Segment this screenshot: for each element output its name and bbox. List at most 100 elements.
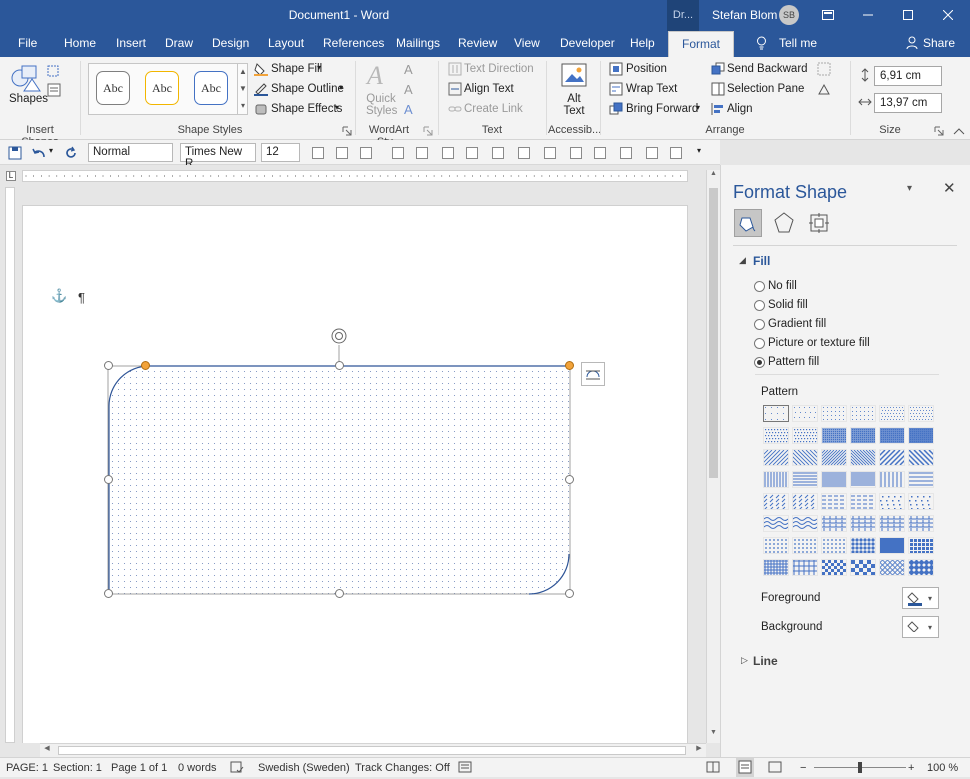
pattern-swatch[interactable] (908, 559, 935, 576)
fill-option-radio[interactable] (754, 357, 765, 368)
toolbar-icon[interactable] (570, 147, 582, 159)
pattern-swatch[interactable] (908, 427, 934, 444)
pattern-swatch[interactable] (763, 405, 789, 422)
tab-review[interactable]: Review (458, 36, 497, 50)
tab-mailings[interactable]: Mailings (396, 36, 440, 50)
pattern-swatch[interactable] (792, 427, 818, 444)
dialog-launcher-icon[interactable] (423, 125, 433, 136)
toolbar-icon[interactable] (442, 147, 454, 159)
minimize-button[interactable] (848, 0, 888, 31)
shape-fill-button[interactable]: Shape Fill (271, 63, 322, 75)
ribbon-display-options-icon[interactable] (808, 0, 848, 31)
background-color-picker[interactable]: ▾ (902, 616, 939, 638)
fill-option-label[interactable]: Picture or texture fill (768, 337, 870, 349)
close-button[interactable] (928, 0, 968, 31)
alt-text-button[interactable]: Alt Text (559, 93, 589, 117)
pattern-swatch[interactable] (792, 493, 818, 511)
proofing-icon[interactable] (230, 760, 244, 777)
customize-qat-icon[interactable]: ▾ (697, 146, 701, 155)
style-select[interactable]: Normal (88, 143, 173, 162)
share-button[interactable]: Share (923, 36, 955, 50)
shape-style-sample-gold[interactable]: Abc (145, 71, 179, 105)
pattern-swatch[interactable] (850, 493, 876, 510)
pattern-swatch[interactable] (792, 559, 818, 576)
pattern-swatch[interactable] (879, 427, 905, 444)
fill-option-label[interactable]: Gradient fill (768, 318, 826, 330)
resize-handle-top-left[interactable] (104, 361, 113, 370)
status-page-count[interactable]: Page 1 of 1 (111, 762, 167, 774)
print-layout-icon[interactable] (736, 758, 754, 777)
pattern-swatch[interactable] (879, 537, 905, 554)
toolbar-icon[interactable] (518, 147, 530, 159)
adjust-handle-top-right[interactable] (565, 361, 574, 370)
pattern-swatch[interactable] (821, 515, 847, 532)
rotate-icon[interactable] (817, 82, 831, 96)
text-effects-icon[interactable]: A (404, 102, 413, 117)
anchor-icon[interactable]: ⚓ (51, 288, 67, 304)
pane-options-icon[interactable]: ▾ (907, 183, 912, 194)
toolbar-icon[interactable] (360, 147, 372, 159)
pattern-swatch[interactable] (763, 471, 789, 488)
zoom-slider-thumb[interactable] (858, 762, 862, 773)
pattern-swatch[interactable] (850, 537, 876, 554)
document-canvas[interactable]: ⚓ ¶ (20, 187, 706, 743)
fill-option-radio[interactable] (754, 338, 765, 349)
toolbar-icon[interactable] (392, 147, 404, 159)
fill-collapse-icon[interactable]: ◢ (739, 255, 746, 266)
foreground-color-picker[interactable]: ▾ (902, 587, 939, 609)
tell-me-search[interactable]: Tell me (779, 36, 817, 50)
text-direction-button[interactable]: Text Direction (464, 63, 534, 75)
status-section[interactable]: Section: 1 (53, 762, 102, 774)
layout-options-icon[interactable] (581, 362, 605, 386)
pattern-swatch[interactable] (821, 405, 847, 422)
tab-format[interactable]: Format (668, 31, 735, 57)
group-objects-icon[interactable] (817, 62, 831, 76)
pattern-swatch[interactable] (748, 449, 809, 466)
bring-forward-button[interactable]: Bring Forward (626, 103, 698, 115)
selected-shape[interactable] (93, 316, 613, 606)
shape-width-input[interactable]: 13,97 cm (874, 93, 942, 113)
tab-home[interactable]: Home (64, 36, 96, 50)
fill-section-header[interactable]: Fill (753, 254, 770, 268)
tab-selector-icon[interactable]: L (6, 171, 16, 181)
effects-icon[interactable] (772, 211, 796, 235)
pattern-swatch[interactable] (879, 405, 905, 422)
resize-handle-bottom[interactable] (335, 589, 344, 598)
shape-height-input[interactable]: 6,91 cm (874, 66, 942, 86)
zoom-in-icon[interactable]: + (908, 762, 914, 774)
pattern-swatch[interactable] (835, 449, 894, 466)
fill-option-radio[interactable] (754, 300, 765, 311)
pattern-swatch[interactable] (821, 537, 847, 554)
tab-file[interactable]: File (18, 36, 37, 50)
pattern-swatch[interactable] (893, 449, 950, 466)
shape-effects-button[interactable]: Shape Effects (271, 103, 342, 115)
chevron-down-icon[interactable]: ▾ (49, 146, 53, 155)
pattern-swatch[interactable] (792, 515, 818, 532)
align-button[interactable]: Align (727, 103, 753, 115)
vertical-ruler[interactable] (0, 187, 20, 743)
shapes-button[interactable]: Shapes (9, 93, 48, 105)
position-button[interactable]: Position (626, 63, 667, 75)
pattern-swatch[interactable] (879, 493, 905, 510)
collapse-ribbon-icon[interactable] (953, 125, 965, 135)
document-page[interactable]: ⚓ ¶ (22, 205, 688, 743)
toolbar-icon[interactable] (544, 147, 556, 159)
fill-option-label[interactable]: Pattern fill (768, 356, 819, 368)
resize-handle-bottom-right[interactable] (565, 589, 574, 598)
resize-handle-bottom-left[interactable] (104, 589, 113, 598)
layout-properties-icon[interactable] (808, 212, 830, 234)
pattern-swatch[interactable] (763, 515, 789, 532)
shape-outline-button[interactable]: Shape Outline (271, 83, 344, 95)
pattern-swatch[interactable] (908, 515, 934, 532)
shape-style-sample-blue[interactable]: Abc (194, 71, 228, 105)
pattern-swatch[interactable] (850, 515, 876, 532)
status-page[interactable]: PAGE: 1 (6, 762, 48, 774)
scroll-thumb[interactable] (709, 188, 718, 478)
tab-developer[interactable]: Developer (560, 36, 615, 50)
repeat-icon[interactable] (64, 146, 78, 160)
text-box-icon[interactable] (47, 83, 61, 97)
vertical-scrollbar[interactable]: ▲ ▼ (706, 170, 720, 743)
maximize-button[interactable] (888, 0, 928, 31)
horizontal-ruler[interactable]: L (0, 165, 706, 187)
dialog-launcher-icon[interactable] (934, 125, 944, 136)
